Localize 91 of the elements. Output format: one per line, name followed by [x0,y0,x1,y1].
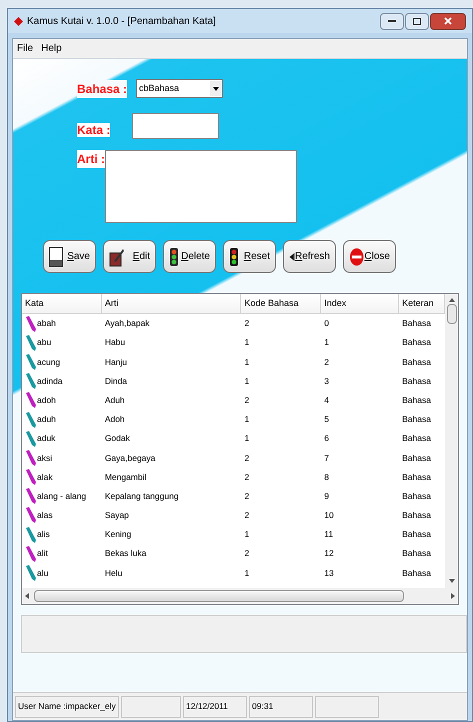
table-cell: Bahasa [402,490,431,503]
table-cell: 2 [244,317,250,330]
table-cell: Bahasa [402,528,431,542]
table-cell: Ayah,bapak [104,317,150,330]
table-cell: 5 [324,413,330,426]
table-cell: alit [37,547,48,560]
status-panel: 09:31 [249,696,313,718]
table-cell: 7 [324,452,330,464]
table-cell: Godak [104,432,130,446]
table-cell: 2 [244,452,250,464]
bahasa-label: Bahasa : [77,80,128,98]
toolbar-button[interactable]: Reset [223,240,276,273]
menu-item[interactable]: Help [41,41,62,56]
table-cell: 12 [324,547,334,560]
table-cell: alak [37,470,53,484]
table-cell: 10 [324,509,334,522]
table-cell: abu [37,336,52,350]
kata-label: Kata : [77,122,112,139]
table-cell: Bahasa [402,566,431,580]
table-cell: 2 [244,394,250,407]
toolbar-button[interactable]: Save [43,240,96,273]
arti-label: Arti : [77,150,105,168]
table-cell: abah [37,317,56,330]
table-cell: aksi [37,452,52,464]
table-cell: alas [37,509,53,522]
table-cell: 1 [244,528,250,542]
menu-item[interactable]: File [17,41,34,56]
table-cell: Bahasa [402,547,431,560]
column-header[interactable]: Index [321,294,400,313]
table-cell: 1 [324,336,330,350]
table-cell: Bahasa [402,394,431,407]
table-cell: Bahasa [402,336,431,350]
table-cell: Kening [104,528,132,542]
table-cell: 1 [244,566,250,580]
table-cell: Bahasa [402,374,431,388]
window-title: Kamus Kutai v. 1.0.0 - [Penambahan Kata] [27,14,216,28]
table-cell: aduk [37,432,56,446]
table-cell: 8 [324,470,330,484]
language-dropdown[interactable]: cbBahasa [136,79,224,98]
table-cell: 2 [244,470,250,484]
table-cell: Hanju [104,356,128,368]
table-cell: Bahasa [402,356,431,368]
status-panel: 12/12/2011 [183,696,247,718]
table-cell: Bekas luka [104,547,146,560]
table-cell: Habu [104,336,126,350]
table-cell: 2 [324,356,330,368]
table-cell: Bahasa [402,509,431,522]
table-cell: aduh [37,413,56,426]
table-cell: 1 [244,374,250,388]
column-header[interactable]: Keteran [399,294,445,313]
table-cell: alu [37,566,48,580]
toolbar-button[interactable]: Refresh [283,240,336,273]
table-cell: Adoh [104,413,125,426]
column-header[interactable]: Kata [22,294,102,313]
table-cell: 1 [244,432,250,446]
table-cell: Bahasa [402,413,431,426]
table-cell: Mengambil [104,470,146,484]
table-cell: 2 [244,509,250,522]
table-cell: 11 [324,528,334,542]
table-cell: 9 [324,490,330,503]
table-cell: 13 [324,566,334,580]
table-cell: alang - alang [37,490,86,503]
table-cell: 2 [244,490,250,503]
table-cell: Sayap [104,509,129,522]
column-header[interactable]: Arti [102,294,242,313]
table-cell: adinda [37,374,63,388]
table-cell: Gaya,begaya [104,452,156,464]
table-cell: 0 [324,317,330,330]
table-cell: 3 [324,374,330,388]
toolbar-button[interactable]: Edit [103,240,156,273]
table-cell: Kepalang tanggung [104,490,179,503]
table-cell: Bahasa [402,317,431,330]
column-header[interactable]: Kode Bahasa [241,294,322,313]
table-cell: 6 [324,432,330,446]
table-cell: Bahasa [402,452,431,464]
table-cell: Helu [104,566,122,580]
table-cell: acung [37,356,60,368]
status-panel: User Name :impacker_ely [15,696,119,718]
table-cell: 1 [244,413,250,426]
table-cell: Dinda [104,374,128,388]
table-cell: Bahasa [402,470,431,484]
table-cell: 1 [244,356,250,368]
toolbar-button[interactable]: Close [343,240,396,273]
table-cell: 1 [244,336,250,350]
table-cell: 2 [244,547,250,560]
table-cell: Aduh [104,394,125,407]
table-cell: adoh [37,394,56,407]
toolbar-button[interactable]: Delete [163,240,216,273]
table-cell: alis [37,528,50,542]
table-cell: 4 [324,394,330,407]
table-cell: Bahasa [402,432,431,446]
